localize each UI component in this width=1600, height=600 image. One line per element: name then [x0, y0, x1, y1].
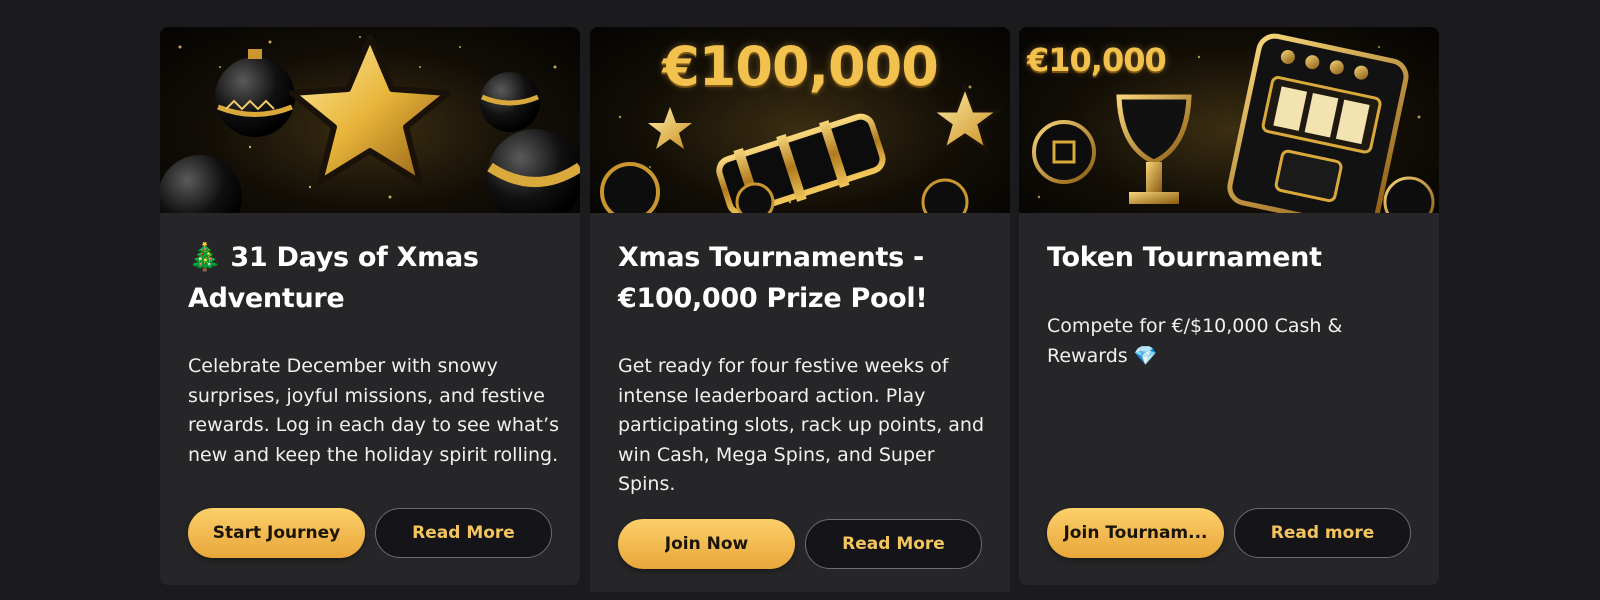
read-more-button[interactable]: Read more	[1234, 508, 1411, 558]
promo-title: 🎄 31 Days of Xmas Adventure	[188, 242, 479, 314]
promo-banner-image[interactable]: €100,000	[590, 27, 1010, 213]
promo-card-xmas-adventure[interactable]: 🎄 31 Days of Xmas Adventure Celebrate De…	[160, 27, 580, 585]
button-label: Read More	[412, 523, 515, 543]
promo-banner-image[interactable]	[160, 27, 580, 213]
promo-card-token-tournament[interactable]: €10,000 Token Tournament Compete for €/$…	[1019, 27, 1439, 585]
read-more-button[interactable]: Read More	[805, 519, 982, 569]
trophy-icon	[1116, 94, 1192, 165]
promo-description: Get ready for four festive weeks of inte…	[618, 355, 985, 495]
button-label: Join Now	[664, 534, 749, 554]
button-label: Read more	[1270, 523, 1375, 543]
casino-chip-icon	[735, 182, 775, 213]
prize-amount-graphic: €10,000	[1027, 41, 1167, 79]
read-more-button[interactable]: Read More	[375, 508, 552, 558]
token-coin-icon	[1032, 120, 1096, 184]
join-now-button[interactable]: Join Now	[618, 519, 795, 569]
promo-banner-image[interactable]: €10,000	[1019, 27, 1439, 213]
promo-title: Xmas Tournaments - €100,000 Prize Pool!	[618, 242, 928, 314]
button-label: Start Journey	[212, 523, 341, 543]
christmas-ornament-icon	[160, 34, 580, 213]
promo-description: Celebrate December with snowy surprises,…	[188, 355, 560, 466]
promo-title: Token Tournament	[1047, 242, 1322, 273]
promo-description: Compete for €/$10,000 Cash & Rewards 💎	[1047, 315, 1343, 367]
join-tournament-button[interactable]: Join Tournam...	[1047, 508, 1224, 558]
promo-card-xmas-tournaments[interactable]: €100,000 Xmas Tournaments - €100,000 Pri…	[590, 27, 1010, 592]
button-label: Join Tournam...	[1063, 523, 1208, 543]
start-journey-button[interactable]: Start Journey	[188, 508, 365, 558]
prize-amount-graphic: €100,000	[662, 35, 939, 98]
button-label: Read More	[842, 534, 945, 554]
